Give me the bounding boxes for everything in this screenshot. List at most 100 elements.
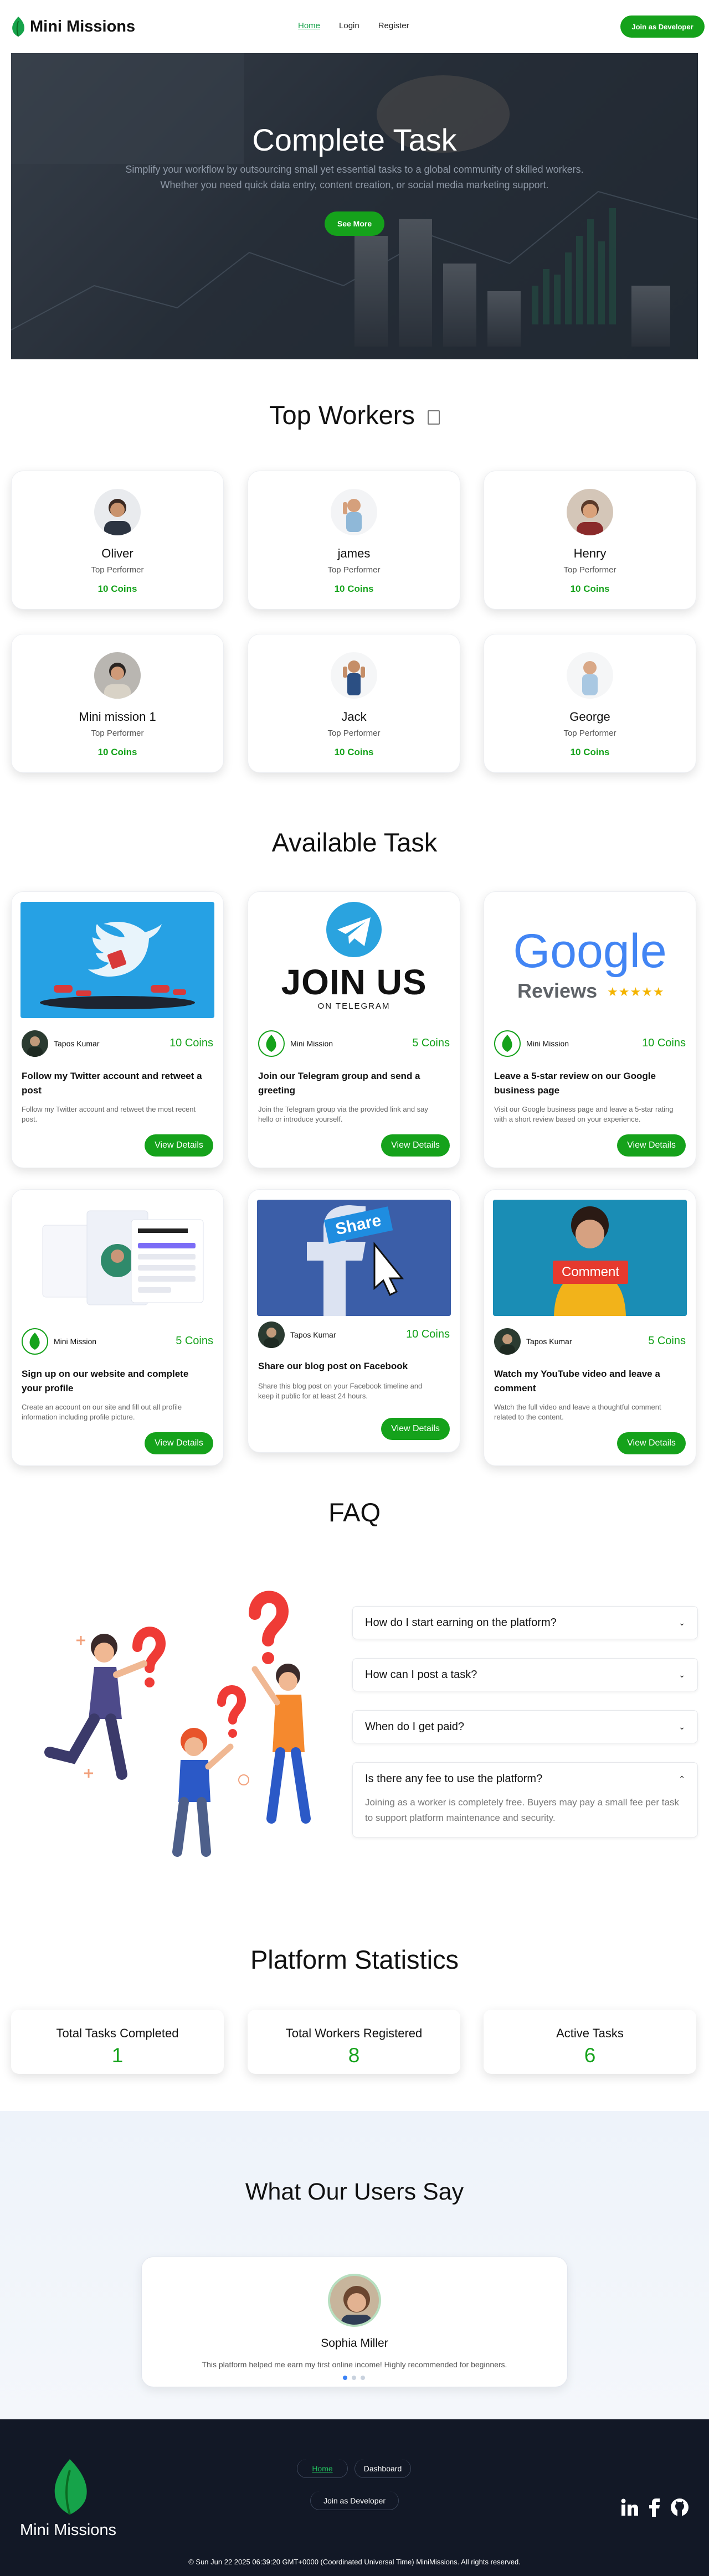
on-telegram-text: ON TELEGRAM: [317, 1002, 391, 1011]
poster-avatar: [22, 1030, 48, 1057]
avatar: [94, 652, 141, 699]
task-card[interactable]: Comment Tapos Kumar 5 Coins Watch my You…: [484, 1189, 696, 1466]
worker-coins: 10 Coins: [334, 584, 374, 594]
worker-role: Top Performer: [91, 729, 144, 738]
view-details-button[interactable]: View Details: [381, 1418, 450, 1440]
view-details-button[interactable]: View Details: [145, 1432, 213, 1454]
worker-role: Top Performer: [563, 729, 616, 738]
worker-name: Jack: [341, 710, 367, 724]
testimonials-title: What Our Users Say: [245, 2178, 464, 2205]
profile-signup-image: [20, 1200, 214, 1316]
google-reviews-image: Google Reviews ★★★★★: [493, 902, 687, 1018]
join-developer-button[interactable]: Join as Developer: [620, 16, 705, 38]
github-icon[interactable]: [670, 2498, 689, 2517]
task-card[interactable]: Google Reviews ★★★★★ Mini Mission 10 Coi…: [484, 891, 696, 1168]
stat-value: 1: [111, 2044, 124, 2067]
faq-title: FAQ: [328, 1498, 381, 1527]
faq-question-text: How do I start earning on the platform?: [365, 1616, 557, 1629]
worker-role: Top Performer: [327, 565, 381, 575]
linkedin-icon[interactable]: [620, 2498, 639, 2517]
stat-label: Total Tasks Completed: [56, 2026, 179, 2040]
faq-question[interactable]: When do I get paid? ⌄: [353, 1711, 697, 1743]
testimonials-section: What Our Users Say Sophia Miller This pl…: [0, 2111, 709, 2419]
worker-name: George: [569, 710, 610, 724]
stat-value: 6: [584, 2044, 596, 2067]
stat-label: Total Workers Registered: [285, 2026, 423, 2040]
task-title: Sign up on our website and complete your…: [22, 1369, 189, 1393]
faq-question[interactable]: How can I post a task? ⌄: [353, 1659, 697, 1691]
view-details-button[interactable]: View Details: [617, 1134, 686, 1157]
testimonial-quote: This platform helped me earn my first on…: [202, 2360, 507, 2369]
nav-login-link[interactable]: Login: [339, 21, 359, 30]
faq-answer: Joining as a worker is completely free. …: [365, 1797, 679, 1823]
footer-home-link[interactable]: Home: [297, 2459, 348, 2478]
avatar: [567, 652, 613, 699]
task-description: Visit our Google business page and leave…: [494, 1105, 674, 1123]
worker-card[interactable]: Jack Top Performer 10 Coins: [248, 634, 460, 773]
carousel-dot[interactable]: [343, 2376, 347, 2380]
task-card[interactable]: Mini Mission 5 Coins Sign up on our webs…: [11, 1189, 224, 1466]
poster-name: Mini Mission: [526, 1039, 569, 1048]
poster-name: Mini Mission: [54, 1337, 97, 1346]
worker-coins: 10 Coins: [570, 584, 610, 594]
leaf-icon: [54, 2459, 87, 2515]
faq-item[interactable]: How can I post a task? ⌄: [352, 1658, 698, 1691]
poster-name: Tapos Kumar: [54, 1039, 100, 1048]
faq-question-text: When do I get paid?: [365, 1720, 465, 1733]
worker-role: Top Performer: [563, 565, 616, 575]
brand-logo[interactable]: Mini Missions: [10, 16, 135, 38]
nav-home-link[interactable]: Home: [298, 21, 320, 30]
worker-card[interactable]: Henry Top Performer 10 Coins: [484, 471, 696, 610]
faq-question[interactable]: How do I start earning on the platform? ⌄: [353, 1607, 697, 1639]
facebook-share-image: Share: [257, 1200, 451, 1316]
task-description: Create an account on our site and fill o…: [22, 1403, 182, 1421]
view-details-button[interactable]: View Details: [145, 1134, 213, 1157]
stat-card: Total Tasks Completed 1: [11, 2010, 224, 2074]
task-poster: Mini Mission: [22, 1328, 96, 1355]
avatar: [331, 489, 377, 535]
faq-question[interactable]: Is there any fee to use the platform? ⌃: [353, 1763, 697, 1795]
task-card[interactable]: JOIN US ON TELEGRAM Mini Mission 5 Coins…: [248, 891, 460, 1168]
worker-card[interactable]: Mini mission 1 Top Performer 10 Coins: [11, 634, 224, 773]
task-description: Follow my Twitter account and retweet th…: [22, 1105, 196, 1123]
faq-item[interactable]: When do I get paid? ⌄: [352, 1710, 698, 1743]
telegram-join-image: JOIN US ON TELEGRAM: [257, 902, 451, 1018]
nav-links: Home Login Register: [298, 21, 409, 30]
view-details-button[interactable]: View Details: [617, 1432, 686, 1454]
avatar: [567, 489, 613, 535]
footer-brand[interactable]: Mini Missions: [20, 2521, 116, 2539]
task-card[interactable]: Tapos Kumar 10 Coins Follow my Twitter a…: [11, 891, 224, 1168]
see-more-button[interactable]: See More: [325, 211, 384, 236]
faq-item[interactable]: Is there any fee to use the platform? ⌃ J…: [352, 1762, 698, 1837]
task-poster: Tapos Kumar: [258, 1321, 336, 1348]
worker-name: Oliver: [101, 546, 133, 560]
task-title: Leave a 5-star review on our Google busi…: [494, 1071, 656, 1096]
task-title: Join our Telegram group and send a greet…: [258, 1071, 420, 1096]
facebook-icon[interactable]: [648, 2498, 661, 2517]
hero-title: Complete Task: [252, 122, 457, 157]
task-title: Follow my Twitter account and retweet a …: [22, 1071, 202, 1096]
copyright-text: © Sun Jun 22 2025 06:39:20 GMT+0000 (Coo…: [188, 2558, 521, 2566]
carousel-dot[interactable]: [352, 2376, 356, 2380]
nav-register-link[interactable]: Register: [378, 21, 409, 30]
footer-dashboard-link[interactable]: Dashboard: [354, 2459, 411, 2478]
faq-question-text: Is there any fee to use the platform?: [365, 1772, 543, 1785]
worker-card[interactable]: james Top Performer 10 Coins: [248, 471, 460, 610]
social-links: [620, 2498, 689, 2517]
carousel-dot[interactable]: [361, 2376, 365, 2380]
poster-avatar: [258, 1321, 285, 1348]
task-card[interactable]: Share Tapos Kumar 10 Coins Share our blo…: [248, 1189, 460, 1453]
poster-avatar: [494, 1328, 521, 1355]
task-coins: 5 Coins: [176, 1335, 213, 1347]
task-title: Watch my YouTube video and leave a comme…: [494, 1369, 660, 1393]
view-details-button[interactable]: View Details: [381, 1134, 450, 1157]
task-poster: Tapos Kumar: [22, 1030, 99, 1057]
faq-item[interactable]: How do I start earning on the platform? ⌄: [352, 1606, 698, 1639]
avatar: [94, 489, 141, 535]
worker-card[interactable]: George Top Performer 10 Coins: [484, 634, 696, 773]
testimonial-card: Sophia Miller This platform helped me ea…: [141, 2257, 568, 2387]
worker-card[interactable]: Oliver Top Performer 10 Coins: [11, 471, 224, 610]
hero-overlay: [11, 53, 698, 359]
footer-join-developer-link[interactable]: Join as Developer: [310, 2491, 399, 2510]
poster-avatar: [22, 1328, 48, 1355]
